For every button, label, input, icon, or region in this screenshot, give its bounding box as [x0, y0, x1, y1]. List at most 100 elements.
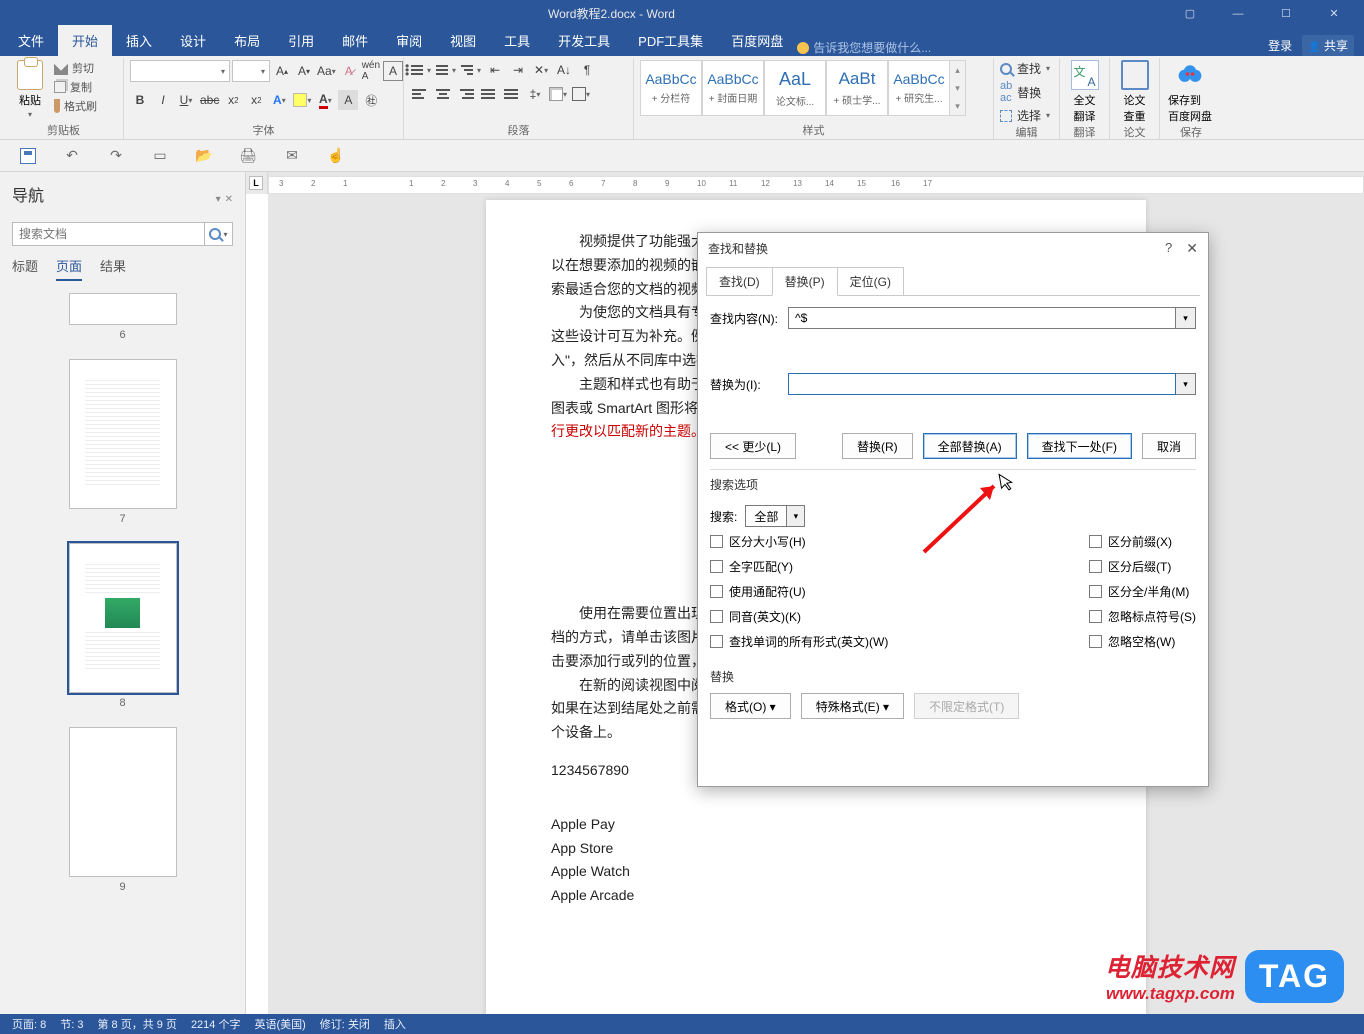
- status-word-count[interactable]: 2214 个字: [191, 1016, 241, 1032]
- tab-file[interactable]: 文件: [4, 25, 58, 56]
- status-page[interactable]: 页面: 8: [12, 1016, 46, 1032]
- page-thumb[interactable]: [69, 359, 177, 509]
- nav-search-button[interactable]: ▾: [204, 223, 232, 245]
- paste-button[interactable]: 粘贴 ▾: [10, 60, 50, 119]
- tab-view[interactable]: 视图: [436, 25, 490, 56]
- tab-tools[interactable]: 工具: [490, 25, 544, 56]
- opt-suffix[interactable]: 区分后缀(T): [1089, 558, 1196, 575]
- tab-baidu[interactable]: 百度网盘: [717, 25, 797, 56]
- login-link[interactable]: 登录: [1268, 37, 1292, 54]
- opt-whole-word[interactable]: 全字匹配(Y): [710, 558, 888, 575]
- italic-button[interactable]: I: [153, 90, 173, 110]
- replace-input[interactable]: [788, 373, 1176, 395]
- change-case-button[interactable]: Aa▾: [316, 61, 337, 81]
- tab-home[interactable]: 开始: [58, 25, 112, 56]
- clear-format-button[interactable]: A̷: [339, 61, 359, 81]
- font-family-select[interactable]: ▾: [130, 60, 230, 82]
- ribbon-display-icon[interactable]: ▢: [1168, 4, 1212, 24]
- qat-open-button[interactable]: 📂: [194, 146, 214, 166]
- superscript-button[interactable]: x2: [246, 90, 266, 110]
- select-button[interactable]: 选择▾: [1000, 107, 1050, 124]
- vertical-ruler[interactable]: [246, 194, 268, 1014]
- find-button[interactable]: 查找▾: [1000, 60, 1050, 77]
- bullets-button[interactable]: ▾: [410, 60, 432, 80]
- strike-button[interactable]: abc: [199, 90, 220, 110]
- close-icon[interactable]: ✕: [1312, 4, 1356, 24]
- opt-space[interactable]: 忽略空格(W): [1089, 633, 1196, 650]
- style-more-button[interactable]: ▴▾▾: [950, 60, 966, 116]
- nav-tab-pages[interactable]: 页面: [56, 256, 82, 281]
- format-button[interactable]: 格式(O) ▾: [710, 693, 791, 719]
- nav-tab-results[interactable]: 结果: [100, 256, 126, 281]
- tab-layout[interactable]: 布局: [220, 25, 274, 56]
- save-button[interactable]: [18, 146, 38, 166]
- undo-button[interactable]: ↶: [62, 146, 82, 166]
- increase-indent-button[interactable]: ⇥: [508, 60, 528, 80]
- opt-sounds-like[interactable]: 同音(英文)(K): [710, 608, 888, 625]
- tab-references[interactable]: 引用: [274, 25, 328, 56]
- opt-width[interactable]: 区分全/半角(M): [1089, 583, 1196, 600]
- special-button[interactable]: 特殊格式(E) ▾: [801, 693, 904, 719]
- tab-review[interactable]: 审阅: [382, 25, 436, 56]
- less-button[interactable]: << 更少(L): [710, 433, 796, 459]
- status-sections[interactable]: 节: 3: [60, 1016, 83, 1032]
- status-insert[interactable]: 插入: [384, 1016, 406, 1032]
- font-size-select[interactable]: ▾: [232, 60, 270, 82]
- cancel-button[interactable]: 取消: [1142, 433, 1196, 459]
- dialog-close-icon[interactable]: ✕: [1186, 240, 1198, 257]
- char-shading-button[interactable]: A: [338, 90, 358, 110]
- page-thumb[interactable]: [69, 727, 177, 877]
- thesis-check-button[interactable]: 论文查重: [1116, 60, 1153, 124]
- format-painter-button[interactable]: 格式刷: [54, 98, 97, 114]
- nav-close-icon[interactable]: ✕: [225, 194, 233, 205]
- sort-button[interactable]: A↓: [554, 60, 574, 80]
- tell-me-box[interactable]: 告诉我您想要做什么...: [797, 39, 931, 56]
- status-page-of[interactable]: 第 8 页，共 9 页: [97, 1016, 176, 1032]
- char-border-button[interactable]: A: [383, 61, 403, 81]
- tab-insert[interactable]: 插入: [112, 25, 166, 56]
- font-color-button[interactable]: A▾: [315, 90, 335, 110]
- nav-pin-icon[interactable]: ▾: [216, 194, 221, 205]
- tab-pdf[interactable]: PDF工具集: [624, 25, 717, 56]
- bold-button[interactable]: B: [130, 90, 150, 110]
- qat-print-preview-button[interactable]: 🖨: [238, 146, 258, 166]
- decrease-indent-button[interactable]: ⇤: [485, 60, 505, 80]
- replace-dropdown-button[interactable]: ▾: [1176, 373, 1196, 395]
- opt-word-forms[interactable]: 查找单词的所有形式(英文)(W): [710, 633, 888, 650]
- status-track[interactable]: 修订: 关闭: [320, 1016, 370, 1032]
- translate-button[interactable]: 全文翻译: [1066, 60, 1103, 124]
- subscript-button[interactable]: x2: [223, 90, 243, 110]
- find-dropdown-button[interactable]: ▾: [1176, 307, 1196, 329]
- tab-selector[interactable]: L: [249, 176, 263, 190]
- tab-mailings[interactable]: 邮件: [328, 25, 382, 56]
- align-left-button[interactable]: [410, 84, 430, 104]
- status-language[interactable]: 英语(美国): [254, 1016, 305, 1032]
- shading-button[interactable]: ▾: [548, 84, 568, 104]
- opt-match-case[interactable]: 区分大小写(H): [710, 533, 888, 550]
- show-marks-button[interactable]: ¶: [577, 60, 597, 80]
- nav-search-input[interactable]: [13, 223, 204, 245]
- horizontal-ruler[interactable]: 321 1234567891011121314151617: [268, 176, 1364, 194]
- line-spacing-button[interactable]: ‡▾: [525, 84, 545, 104]
- highlight-button[interactable]: ▾: [292, 90, 312, 110]
- asian-layout-button[interactable]: ✕▾: [531, 60, 551, 80]
- dialog-tab-replace[interactable]: 替换(P): [772, 267, 838, 296]
- replace-all-button[interactable]: 全部替换(A): [923, 433, 1017, 459]
- enclose-char-button[interactable]: ㊓: [361, 90, 381, 110]
- opt-wildcards[interactable]: 使用通配符(U): [710, 583, 888, 600]
- underline-button[interactable]: U▾: [176, 90, 196, 110]
- find-next-button[interactable]: 查找下一处(F): [1027, 433, 1132, 459]
- replace-button[interactable]: abac替换: [1000, 80, 1050, 104]
- dialog-tab-goto[interactable]: 定位(G): [837, 267, 904, 296]
- search-direction-select[interactable]: 全部▾: [745, 505, 805, 527]
- qat-mail-button[interactable]: ✉: [282, 146, 302, 166]
- shrink-font-button[interactable]: A▾: [294, 61, 314, 81]
- qat-new-button[interactable]: ▭: [150, 146, 170, 166]
- page-thumb[interactable]: [69, 293, 177, 325]
- tab-developer[interactable]: 开发工具: [544, 25, 624, 56]
- cut-button[interactable]: 剪切: [54, 60, 97, 76]
- share-button[interactable]: 👤 共享: [1302, 35, 1354, 56]
- style-gallery[interactable]: AaBbCc+ 分栏符 AaBbCc+ 封面日期 AaL论文标... AaBt+…: [640, 60, 966, 116]
- opt-prefix[interactable]: 区分前缀(X): [1089, 533, 1196, 550]
- save-baidu-button[interactable]: 保存到百度网盘: [1166, 60, 1214, 124]
